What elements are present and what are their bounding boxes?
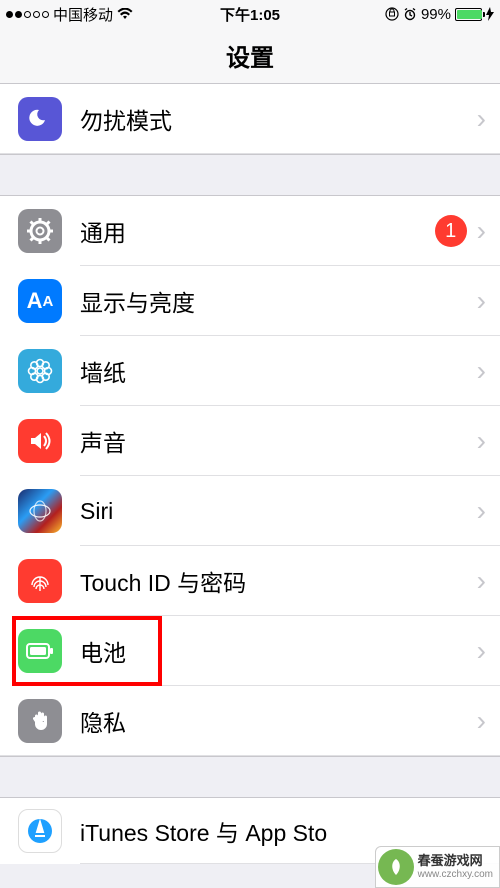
row-sounds[interactable]: 声音 › [0,406,500,476]
battery-icon [455,8,482,21]
battery-row-icon [18,629,62,673]
watermark-title: 春蚕游戏网 [418,854,493,868]
row-label: 电池 [62,634,477,668]
status-time: 下午1:05 [220,4,280,25]
status-left: 中国移动 [6,4,133,25]
gear-icon [18,209,62,253]
row-label: Touch ID 与密码 [62,564,477,598]
row-label: 勿扰模式 [62,102,477,136]
orientation-lock-icon [385,7,399,21]
watermark: 春蚕游戏网 www.czchxy.com [375,846,500,888]
row-do-not-disturb[interactable]: 勿扰模式 › [0,84,500,154]
watermark-logo-icon [378,849,414,885]
row-touch-id[interactable]: Touch ID 与密码 › [0,546,500,616]
chevron-right-icon: › [477,215,500,247]
flower-icon [18,349,62,393]
chevron-right-icon: › [477,495,500,527]
status-right: 99% [385,6,494,23]
fingerprint-icon [18,559,62,603]
settings-group-1: 通用 1 › AA 显示与亮度 › 墙纸 › 声音 › Siri › To [0,195,500,757]
chevron-right-icon: › [477,565,500,597]
appstore-icon [18,809,62,853]
row-label: 墙纸 [62,354,477,388]
chevron-right-icon: › [477,355,500,387]
row-battery[interactable]: 电池 › [0,616,500,686]
row-label: iTunes Store 与 App Sto [62,814,500,848]
wifi-icon [117,8,133,20]
row-wallpaper[interactable]: 墙纸 › [0,336,500,406]
text-size-icon: AA [18,279,62,323]
chevron-right-icon: › [477,425,500,457]
charging-icon [486,7,494,21]
hand-icon [18,699,62,743]
speaker-icon [18,419,62,463]
chevron-right-icon: › [477,635,500,667]
row-display-brightness[interactable]: AA 显示与亮度 › [0,266,500,336]
row-label: Siri [62,498,477,525]
battery-pct: 99% [421,6,451,23]
row-general[interactable]: 通用 1 › [0,196,500,266]
row-label: 隐私 [62,704,477,738]
chevron-right-icon: › [477,285,500,317]
chevron-right-icon: › [477,705,500,737]
notification-badge: 1 [435,215,467,247]
status-bar: 中国移动 下午1:05 99% [0,0,500,28]
row-siri[interactable]: Siri › [0,476,500,546]
chevron-right-icon: › [477,103,500,135]
moon-icon [18,97,62,141]
page-title: 设置 [226,38,274,73]
row-label: 声音 [62,424,477,458]
row-privacy[interactable]: 隐私 › [0,686,500,756]
row-label: 通用 [62,214,435,248]
alarm-icon [403,7,417,21]
signal-strength-icon [6,11,49,18]
watermark-url: www.czchxy.com [418,869,493,880]
row-label: 显示与亮度 [62,284,477,318]
settings-group-0: 勿扰模式 › [0,84,500,155]
nav-bar: 设置 [0,28,500,84]
carrier-label: 中国移动 [53,4,113,25]
siri-icon [18,489,62,533]
